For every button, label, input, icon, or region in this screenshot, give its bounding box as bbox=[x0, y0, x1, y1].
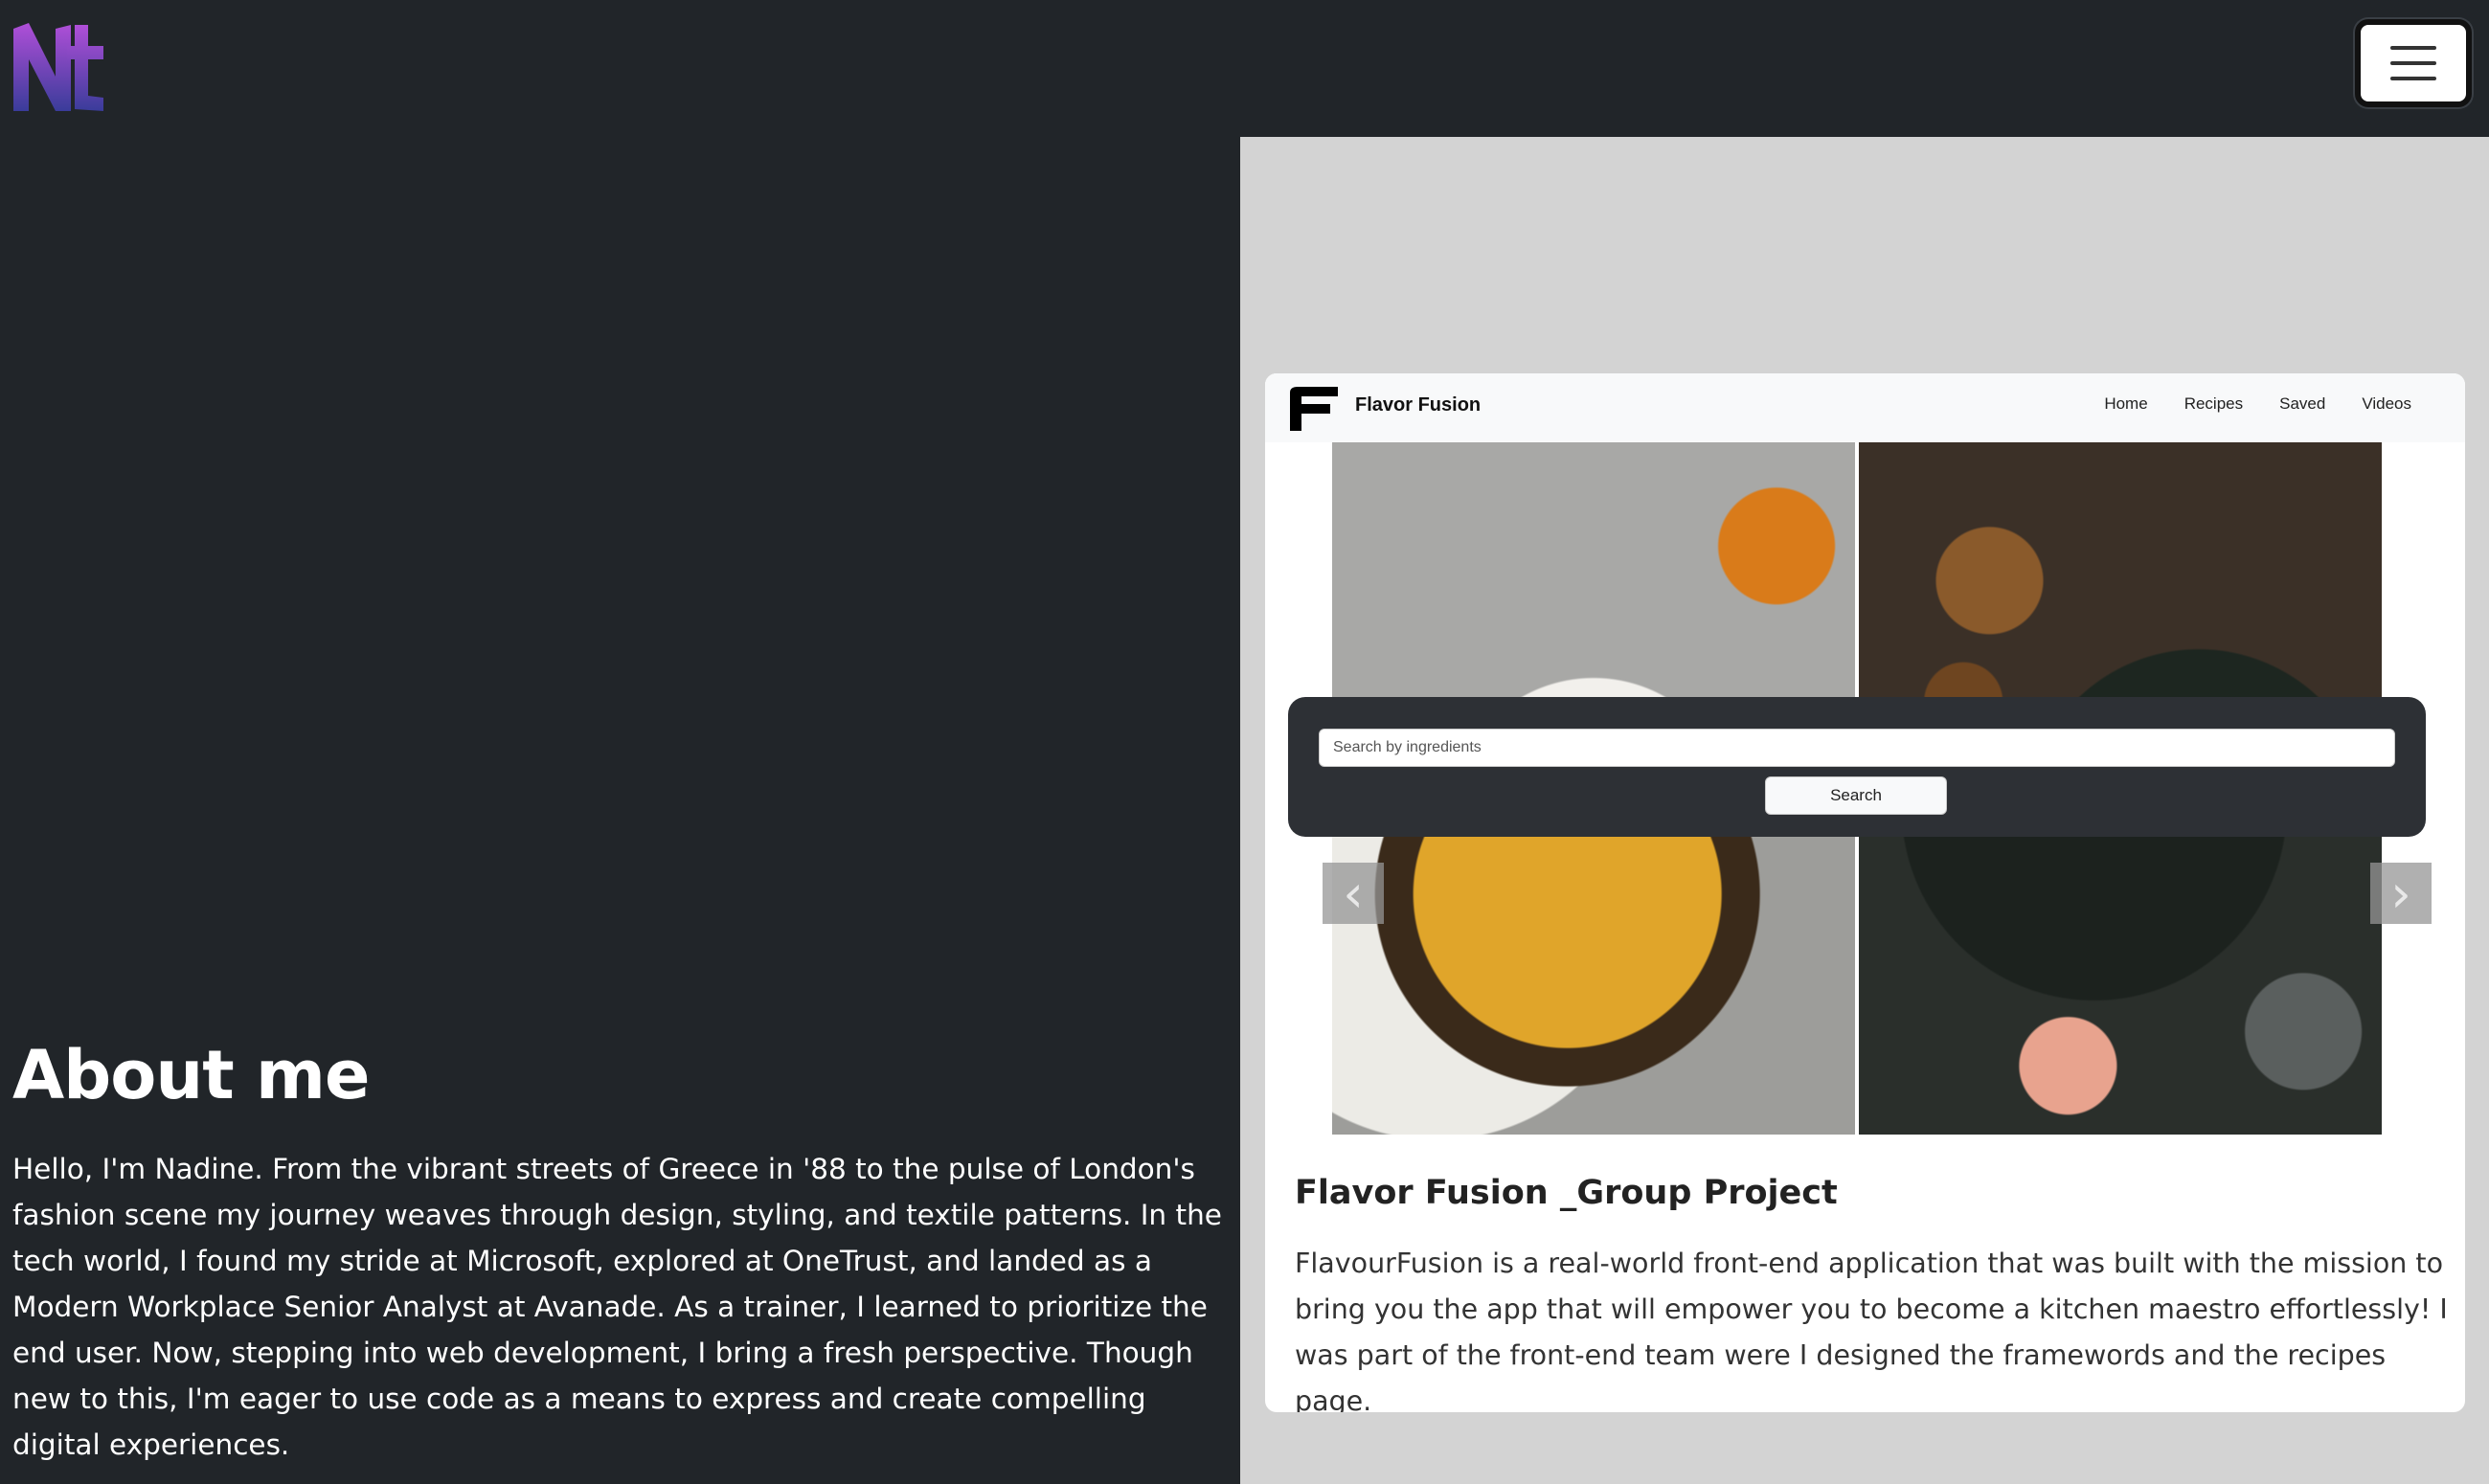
project-description: FlavourFusion is a real-world front-end … bbox=[1295, 1248, 2448, 1412]
top-navbar bbox=[0, 0, 2489, 137]
about-title: About me bbox=[12, 1036, 370, 1114]
ff-search-input: Search by ingredients bbox=[1319, 729, 2395, 767]
site-logo[interactable] bbox=[11, 21, 107, 113]
project-card[interactable]: Flavor Fusion Home Recipes Saved Videos … bbox=[1265, 373, 2465, 1412]
about-section: About me Hello, I'm Nadine. From the vib… bbox=[0, 137, 1240, 1484]
project-screenshot: Flavor Fusion Home Recipes Saved Videos … bbox=[1265, 373, 2465, 1135]
ff-nav-home: Home bbox=[2104, 394, 2148, 413]
ff-brand: Flavor Fusion bbox=[1355, 394, 1482, 416]
about-text: Hello, I'm Nadine. From the vibrant stre… bbox=[12, 1153, 1222, 1461]
ff-nav-links: Home Recipes Saved Videos bbox=[2104, 394, 2411, 414]
chevron-left-icon: ‹ bbox=[1323, 863, 1384, 924]
ff-nav-saved: Saved bbox=[2279, 394, 2326, 413]
ff-search-panel: Search by ingredients Search bbox=[1288, 697, 2426, 837]
hamburger-icon bbox=[2390, 46, 2436, 50]
food-photo-soup bbox=[1332, 791, 1855, 1135]
ff-nav-videos: Videos bbox=[2362, 394, 2411, 413]
chevron-right-icon: › bbox=[2370, 863, 2432, 924]
ff-navbar: Flavor Fusion Home Recipes Saved Videos bbox=[1265, 373, 2465, 442]
hamburger-menu-button[interactable] bbox=[2355, 19, 2472, 107]
food-photo-salad bbox=[1859, 791, 2382, 1135]
projects-section: Flavor Fusion Home Recipes Saved Videos … bbox=[1240, 137, 2489, 1484]
project-title: Flavor Fusion _Group Project bbox=[1295, 1174, 1838, 1212]
ff-nav-recipes: Recipes bbox=[2184, 394, 2244, 413]
ff-search-button: Search bbox=[1765, 776, 1947, 815]
ff-logo-icon bbox=[1290, 387, 1338, 431]
